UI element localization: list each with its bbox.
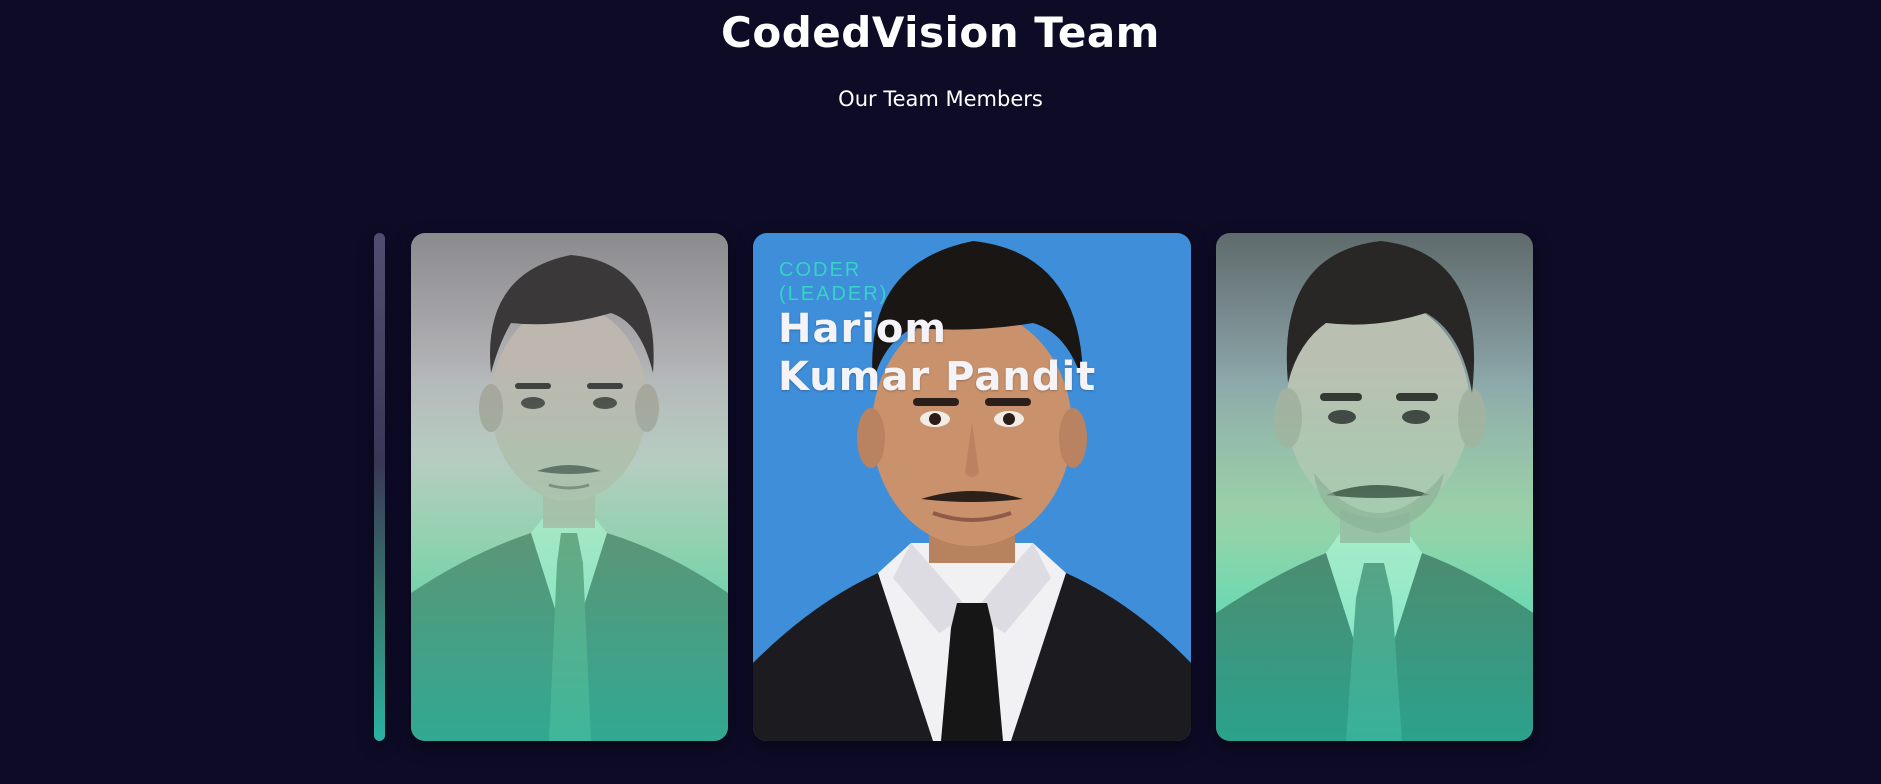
team-page: CodedVision Team Our Team Members CODER … [0, 0, 1881, 784]
team-card-left[interactable] [411, 233, 728, 741]
page-subtitle: Our Team Members [838, 87, 1043, 111]
card-tint-overlay [411, 233, 728, 741]
team-gallery: CODER (LEADER) Hariom Kumar Pandit [0, 233, 1881, 741]
team-card-right[interactable] [1216, 233, 1533, 741]
member-role: CODER (LEADER) [779, 259, 889, 305]
team-card-collapsed[interactable] [374, 233, 385, 741]
page-title: CodedVision Team [721, 8, 1160, 57]
team-card-featured[interactable]: CODER (LEADER) Hariom Kumar Pandit [753, 233, 1191, 741]
card-tint-overlay [1216, 233, 1533, 741]
member-name: Hariom Kumar Pandit [778, 306, 1097, 400]
